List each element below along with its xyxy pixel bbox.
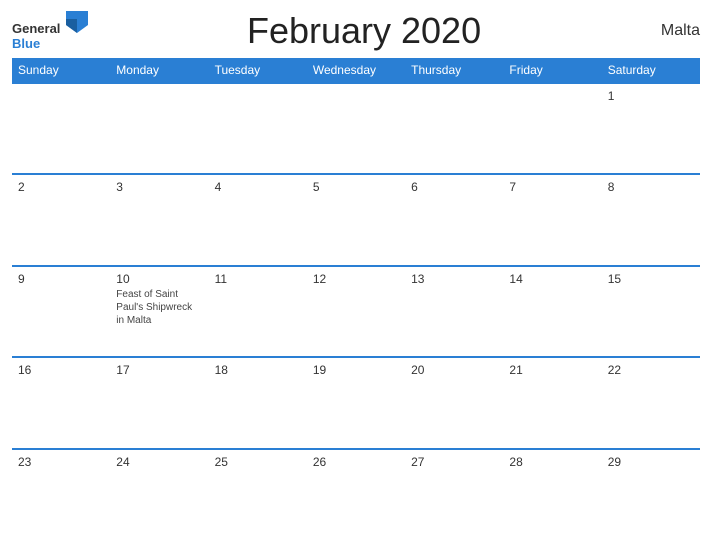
calendar-cell: 28 <box>503 449 601 540</box>
calendar-cell: 3 <box>110 174 208 265</box>
calendar-cell: 16 <box>12 357 110 448</box>
calendar-cell: 9 <box>12 266 110 357</box>
calendar-week-row: 16 17 18 19 20 21 22 <box>12 357 700 448</box>
day-number: 12 <box>313 272 399 286</box>
day-number: 17 <box>116 363 202 377</box>
calendar-cell: 23 <box>12 449 110 540</box>
weekday-header-monday: Monday <box>110 58 208 83</box>
weekday-header-tuesday: Tuesday <box>209 58 307 83</box>
calendar-cell <box>503 83 601 174</box>
day-number: 27 <box>411 455 497 469</box>
calendar-cell: 10 Feast of Saint Paul's Shipwreck in Mal… <box>110 266 208 357</box>
weekday-header-wednesday: Wednesday <box>307 58 405 83</box>
calendar-cell: 15 <box>602 266 700 357</box>
day-number: 24 <box>116 455 202 469</box>
day-number: 20 <box>411 363 497 377</box>
calendar-cell: 4 <box>209 174 307 265</box>
calendar-cell <box>12 83 110 174</box>
calendar-week-row: 9 10 Feast of Saint Paul's Shipwreck in Ma… <box>12 266 700 357</box>
calendar-cell: 22 <box>602 357 700 448</box>
logo-general-text: General <box>12 21 60 36</box>
weekday-header-thursday: Thursday <box>405 58 503 83</box>
day-number: 16 <box>18 363 104 377</box>
day-number: 8 <box>608 180 694 194</box>
day-number: 29 <box>608 455 694 469</box>
calendar-cell: 25 <box>209 449 307 540</box>
day-number: 9 <box>18 272 104 286</box>
month-title: February 2020 <box>88 10 640 52</box>
calendar-cell: 13 <box>405 266 503 357</box>
calendar-cell: 26 <box>307 449 405 540</box>
calendar-cell: 14 <box>503 266 601 357</box>
calendar-cell: 27 <box>405 449 503 540</box>
day-number: 19 <box>313 363 399 377</box>
calendar-cell: 7 <box>503 174 601 265</box>
calendar-cell: 6 <box>405 174 503 265</box>
calendar-cell: 29 <box>602 449 700 540</box>
calendar-container: General Blue February 2020 Malta SundayM… <box>0 0 712 550</box>
calendar-cell <box>307 83 405 174</box>
day-number: 18 <box>215 363 301 377</box>
calendar-cell <box>209 83 307 174</box>
day-number: 10 <box>116 272 202 286</box>
day-number: 11 <box>215 272 301 286</box>
weekday-header-friday: Friday <box>503 58 601 83</box>
calendar-cell <box>110 83 208 174</box>
calendar-cell: 1 <box>602 83 700 174</box>
calendar-cell: 8 <box>602 174 700 265</box>
weekday-header-sunday: Sunday <box>12 58 110 83</box>
calendar-cell: 17 <box>110 357 208 448</box>
day-number: 26 <box>313 455 399 469</box>
calendar-cell: 21 <box>503 357 601 448</box>
day-number: 3 <box>116 180 202 194</box>
calendar-week-row: 1 <box>12 83 700 174</box>
day-number: 5 <box>313 180 399 194</box>
calendar-cell: 12 <box>307 266 405 357</box>
logo-icon <box>66 11 88 33</box>
day-number: 4 <box>215 180 301 194</box>
day-number: 25 <box>215 455 301 469</box>
day-number: 21 <box>509 363 595 377</box>
day-number: 13 <box>411 272 497 286</box>
calendar-cell: 18 <box>209 357 307 448</box>
calendar-week-row: 23 24 25 26 27 28 29 <box>12 449 700 540</box>
calendar-cell: 2 <box>12 174 110 265</box>
calendar-cell: 19 <box>307 357 405 448</box>
calendar-table: SundayMondayTuesdayWednesdayThursdayFrid… <box>12 58 700 540</box>
calendar-cell: 11 <box>209 266 307 357</box>
day-number: 1 <box>608 89 694 103</box>
day-number: 7 <box>509 180 595 194</box>
calendar-cell: 5 <box>307 174 405 265</box>
day-number: 23 <box>18 455 104 469</box>
calendar-body: 12345678910Feast of Saint Paul's Shipwre… <box>12 83 700 540</box>
country-label: Malta <box>640 22 700 40</box>
day-number: 28 <box>509 455 595 469</box>
calendar-header: General Blue February 2020 Malta <box>12 10 700 52</box>
calendar-header-row: SundayMondayTuesdayWednesdayThursdayFrid… <box>12 58 700 83</box>
day-number: 15 <box>608 272 694 286</box>
logo-blue-text: Blue <box>12 36 40 51</box>
day-number: 6 <box>411 180 497 194</box>
weekday-header-saturday: Saturday <box>602 58 700 83</box>
calendar-cell <box>405 83 503 174</box>
event-label: Feast of Saint Paul's Shipwreck in Malta <box>116 288 202 327</box>
day-number: 22 <box>608 363 694 377</box>
day-number: 14 <box>509 272 595 286</box>
calendar-week-row: 2345678 <box>12 174 700 265</box>
logo: General Blue <box>12 11 88 51</box>
calendar-cell: 20 <box>405 357 503 448</box>
day-number: 2 <box>18 180 104 194</box>
calendar-cell: 24 <box>110 449 208 540</box>
